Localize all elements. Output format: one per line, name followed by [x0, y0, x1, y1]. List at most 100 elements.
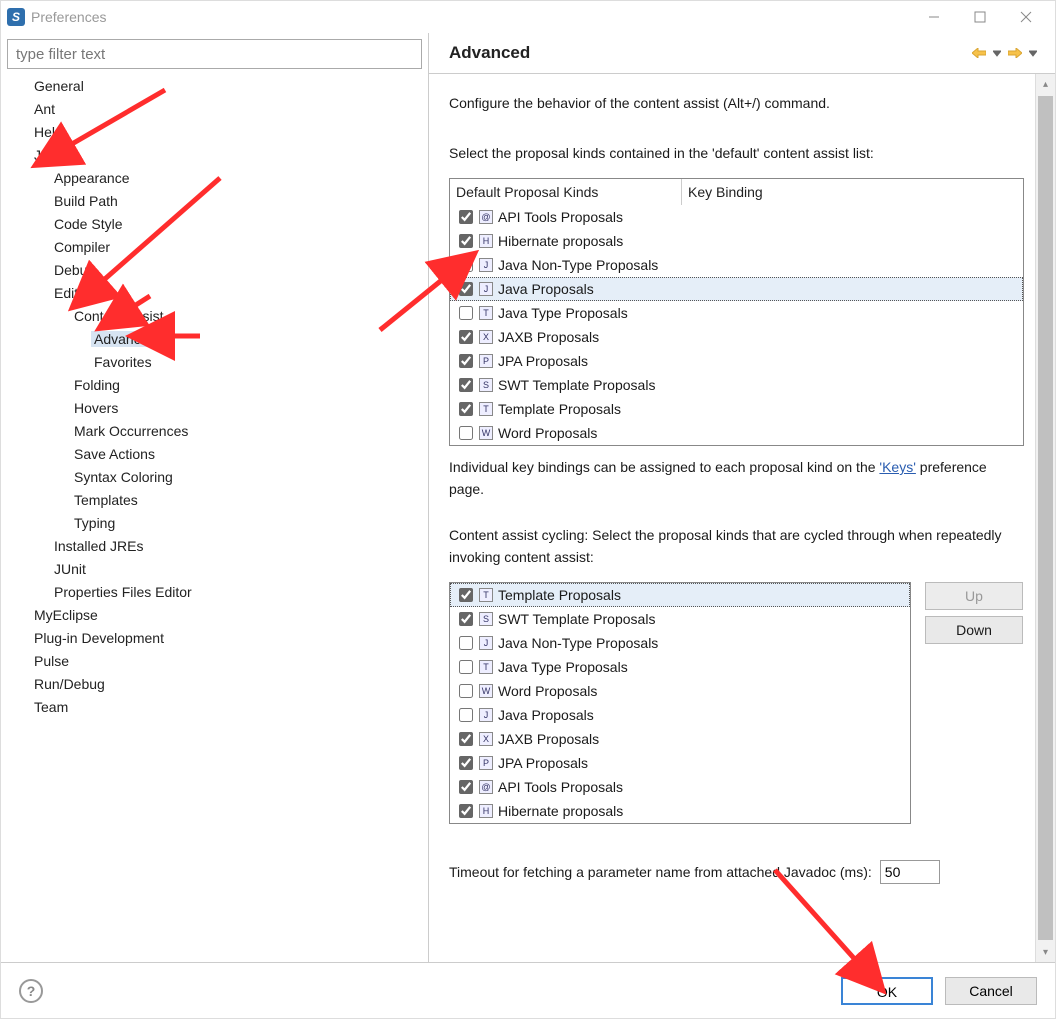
tree-node[interactable]: Typing — [13, 512, 428, 535]
tree-node[interactable]: Save Actions — [13, 443, 428, 466]
tree-node[interactable]: Code Style — [13, 213, 428, 236]
table-row[interactable]: TTemplate Proposals — [450, 397, 1023, 421]
proposal-checkbox[interactable] — [459, 588, 473, 602]
tree-node[interactable]: Build Path — [13, 190, 428, 213]
tree-node[interactable]: Folding — [13, 374, 428, 397]
scroll-up-icon[interactable]: ▴ — [1036, 74, 1055, 94]
proposal-icon: X — [479, 330, 493, 344]
tree-node[interactable]: Advanced — [13, 328, 428, 351]
nav-back-icon[interactable] — [971, 45, 987, 61]
tree-node-label: Syntax Coloring — [71, 469, 176, 485]
table-row[interactable]: @API Tools Proposals — [450, 775, 910, 799]
tree-node[interactable]: Favorites — [13, 351, 428, 374]
proposal-checkbox[interactable] — [459, 804, 473, 818]
proposal-checkbox[interactable] — [459, 402, 473, 416]
proposal-checkbox[interactable] — [459, 636, 473, 650]
proposal-icon: T — [479, 660, 493, 674]
tree-node[interactable]: MyEclipse — [13, 604, 428, 627]
proposal-label: Hibernate proposals — [496, 800, 910, 822]
minimize-button[interactable] — [911, 2, 957, 32]
proposal-checkbox[interactable] — [459, 708, 473, 722]
filter-input[interactable] — [7, 39, 422, 69]
proposal-checkbox[interactable] — [459, 780, 473, 794]
keys-link[interactable]: 'Keys' — [879, 459, 915, 475]
tree-node[interactable]: Editor — [13, 282, 428, 305]
col-header-keybinding[interactable]: Key Binding — [682, 179, 1023, 205]
tree-node[interactable]: Compiler — [13, 236, 428, 259]
vertical-scrollbar[interactable]: ▴ ▾ — [1035, 74, 1055, 962]
tree-node-label: Properties Files Editor — [51, 584, 195, 600]
proposal-checkbox[interactable] — [459, 426, 473, 440]
timeout-label: Timeout for fetching a parameter name fr… — [449, 861, 872, 883]
tree-node[interactable]: Hovers — [13, 397, 428, 420]
proposal-checkbox[interactable] — [459, 258, 473, 272]
proposal-checkbox[interactable] — [459, 234, 473, 248]
table-row[interactable]: TJava Type Proposals — [450, 655, 910, 679]
scroll-down-icon[interactable]: ▾ — [1036, 942, 1055, 962]
table-row[interactable]: WWord Proposals — [450, 679, 910, 703]
tree-node[interactable]: Java — [13, 144, 428, 167]
tree-node[interactable]: Appearance — [13, 167, 428, 190]
tree-node[interactable]: JUnit — [13, 558, 428, 581]
tree-node[interactable]: Templates — [13, 489, 428, 512]
nav-forward-menu-icon[interactable] — [1025, 45, 1041, 61]
table-row[interactable]: WWord Proposals — [450, 421, 1023, 445]
proposal-checkbox[interactable] — [459, 354, 473, 368]
proposal-checkbox[interactable] — [459, 660, 473, 674]
table-row[interactable]: JJava Non-Type Proposals — [450, 253, 1023, 277]
tree-node[interactable]: Properties Files Editor — [13, 581, 428, 604]
tree-node[interactable]: Plug-in Development — [13, 627, 428, 650]
tree-node[interactable]: Mark Occurrences — [13, 420, 428, 443]
up-button[interactable]: Up — [925, 582, 1023, 610]
table-row[interactable]: XJAXB Proposals — [450, 325, 1023, 349]
tree-node[interactable]: General — [13, 75, 428, 98]
proposal-checkbox[interactable] — [459, 378, 473, 392]
table-row[interactable]: SSWT Template Proposals — [450, 607, 910, 631]
ok-button[interactable]: OK — [841, 977, 933, 1005]
tree-node[interactable]: Pulse — [13, 650, 428, 673]
table-row[interactable]: JJava Non-Type Proposals — [450, 631, 910, 655]
tree-node[interactable]: Debug — [13, 259, 428, 282]
tree-node[interactable]: Installed JREs — [13, 535, 428, 558]
table-row[interactable]: XJAXB Proposals — [450, 727, 910, 751]
tree-node[interactable]: Ant — [13, 98, 428, 121]
proposal-checkbox[interactable] — [459, 210, 473, 224]
table-row[interactable]: PJPA Proposals — [450, 349, 1023, 373]
proposal-checkbox[interactable] — [459, 684, 473, 698]
table-row[interactable]: JJava Proposals — [450, 703, 910, 727]
tree-node[interactable]: Content Assist — [13, 305, 428, 328]
close-button[interactable] — [1003, 2, 1049, 32]
help-icon[interactable]: ? — [19, 979, 43, 1003]
tree-node[interactable]: Syntax Coloring — [13, 466, 428, 489]
table-row[interactable]: HHibernate proposals — [450, 229, 1023, 253]
proposal-checkbox[interactable] — [459, 330, 473, 344]
table-row[interactable]: @API Tools Proposals — [450, 205, 1023, 229]
table-row[interactable]: TTemplate Proposals — [450, 583, 910, 607]
nav-back-menu-icon[interactable] — [989, 45, 1005, 61]
nav-forward-icon[interactable] — [1007, 45, 1023, 61]
table-row[interactable]: JJava Proposals — [450, 277, 1023, 301]
scroll-thumb[interactable] — [1038, 96, 1053, 940]
cancel-button[interactable]: Cancel — [945, 977, 1037, 1005]
col-header-kinds[interactable]: Default Proposal Kinds — [450, 179, 682, 205]
timeout-input[interactable] — [880, 860, 940, 884]
tree-node[interactable]: Team — [13, 696, 428, 719]
table-row[interactable]: SSWT Template Proposals — [450, 373, 1023, 397]
proposal-checkbox[interactable] — [459, 756, 473, 770]
default-proposals-table[interactable]: Default Proposal Kinds Key Binding @API … — [449, 178, 1024, 446]
maximize-button[interactable] — [957, 2, 1003, 32]
proposal-label: API Tools Proposals — [496, 776, 910, 798]
down-button[interactable]: Down — [925, 616, 1023, 644]
table-row[interactable]: HHibernate proposals — [450, 799, 910, 823]
cycle-proposals-table[interactable]: TTemplate ProposalsSSWT Template Proposa… — [449, 582, 911, 824]
preference-tree[interactable]: GeneralAntHelpJavaAppearanceBuild PathCo… — [7, 75, 428, 952]
proposal-checkbox[interactable] — [459, 282, 473, 296]
proposal-checkbox[interactable] — [459, 612, 473, 626]
proposal-checkbox[interactable] — [459, 306, 473, 320]
tree-node[interactable]: Help — [13, 121, 428, 144]
proposal-checkbox[interactable] — [459, 732, 473, 746]
proposal-icon: T — [479, 402, 493, 416]
tree-node[interactable]: Run/Debug — [13, 673, 428, 696]
table-row[interactable]: PJPA Proposals — [450, 751, 910, 775]
table-row[interactable]: TJava Type Proposals — [450, 301, 1023, 325]
